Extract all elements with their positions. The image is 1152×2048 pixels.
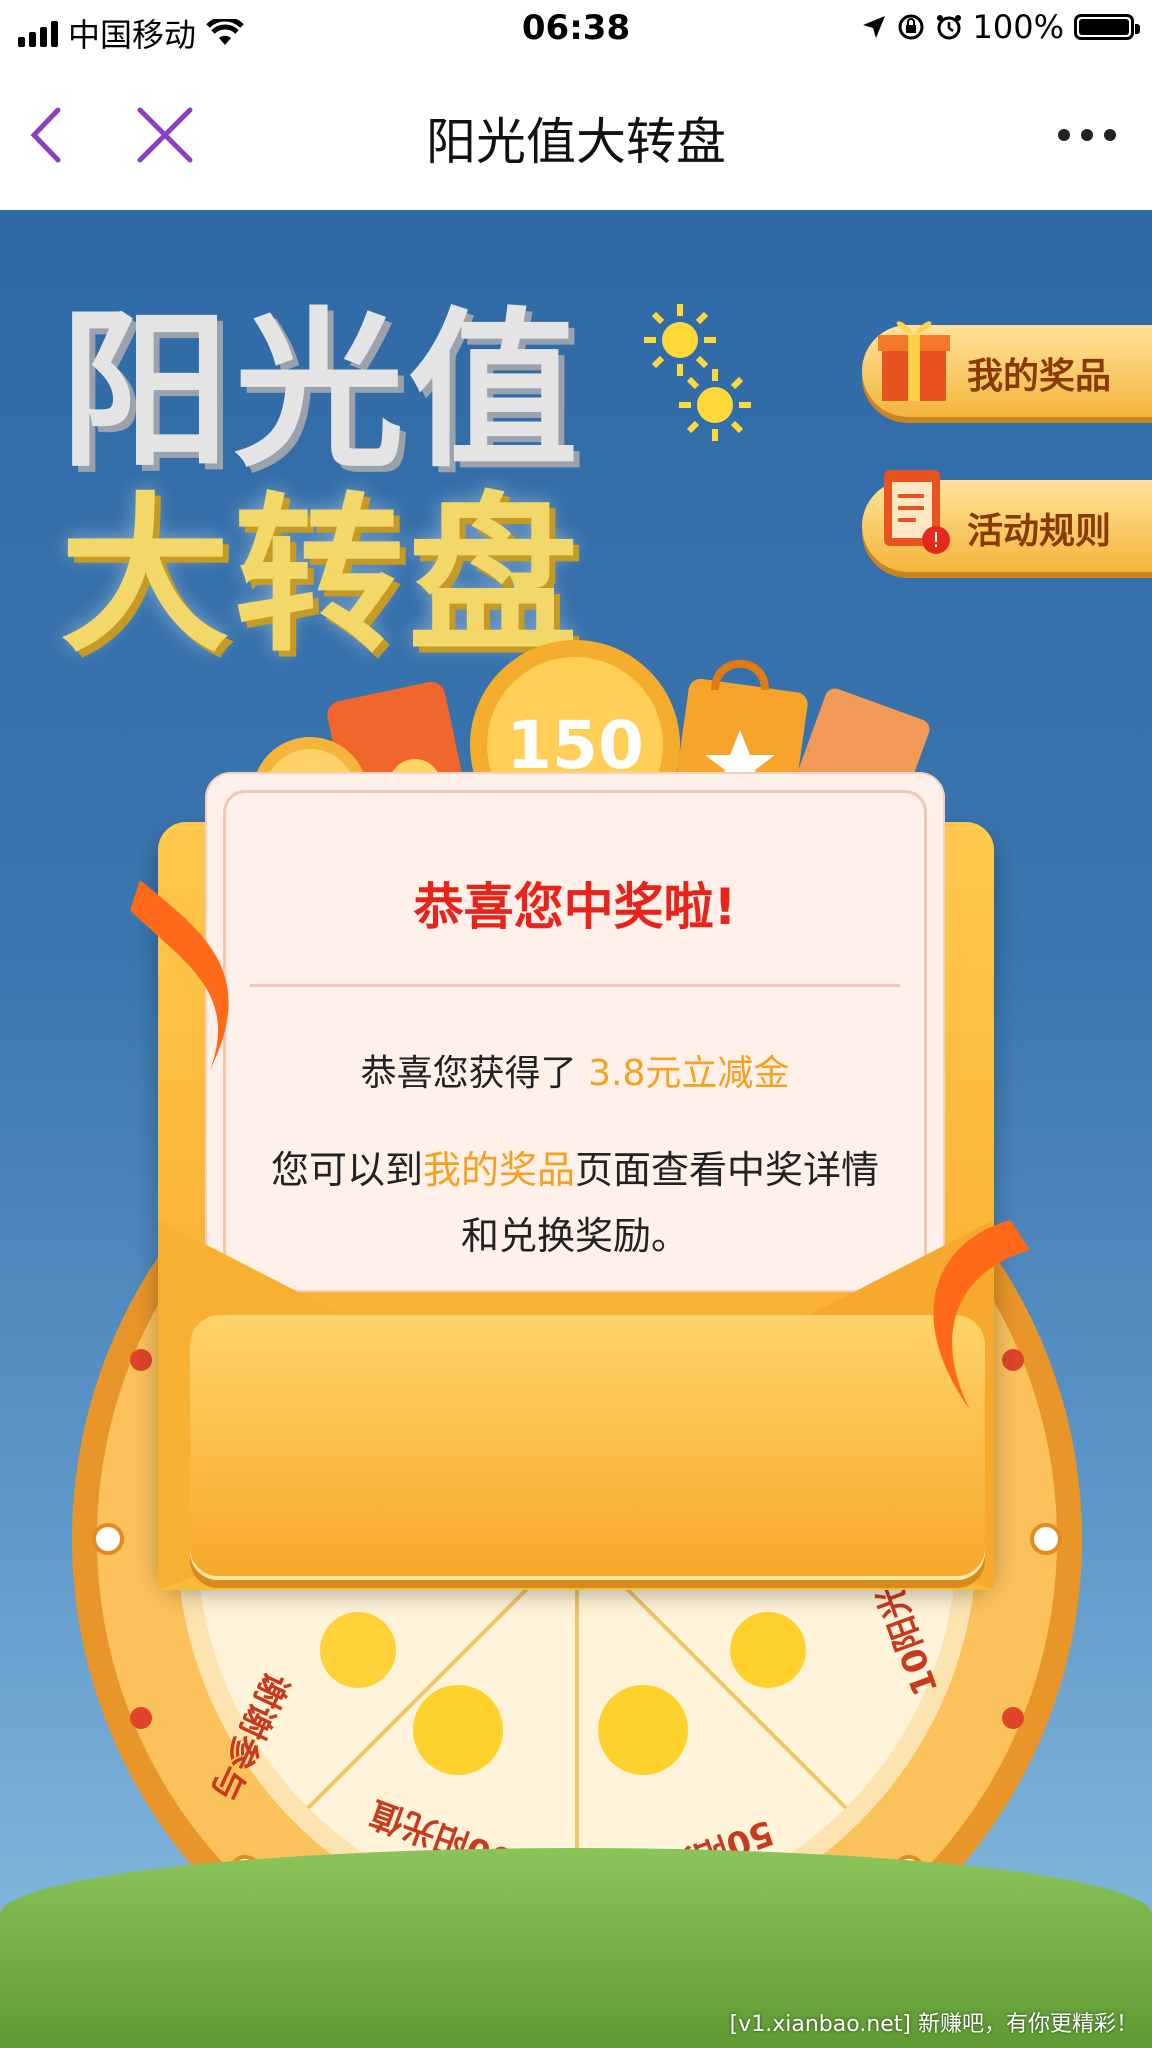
rules-button[interactable]: ! 活动规则	[862, 470, 1152, 572]
prize-message: 恭喜您获得了 3.8元立减金	[360, 1053, 790, 1094]
prize-amount: 3.8元立减金	[588, 1053, 790, 1094]
prize-card: 恭喜您中奖啦! 恭喜您获得了 3.8元立减金 您可以到我的奖品页面查看中奖详情和…	[205, 772, 945, 1292]
rules-clipboard-icon: !	[884, 470, 950, 554]
gift-icon	[878, 321, 950, 401]
battery-percent: 100%	[972, 8, 1064, 46]
nav-bar: 阳光值大转盘	[0, 60, 1152, 211]
rules-label: 活动规则	[967, 511, 1112, 552]
battery-icon	[1074, 14, 1140, 40]
my-prizes-button[interactable]: 我的奖品	[862, 321, 1152, 417]
banner-title-line1: 阳光值	[60, 293, 583, 491]
my-prizes-link[interactable]: 我的奖品	[423, 1148, 575, 1192]
ribbon-decoration	[130, 880, 229, 1070]
svg-text:!: !	[932, 528, 940, 552]
watermark: [v1.xianbao.net] 新赚吧，有你更精彩！	[729, 2012, 1138, 2037]
status-bar: 中国移动 06:38 100%	[0, 0, 1152, 60]
banner-title: 阳光值 大转盘	[60, 300, 582, 670]
envelope-confirm-button[interactable]	[190, 1315, 985, 1580]
my-prizes-label: 我的奖品	[967, 356, 1112, 397]
lottery-page: 阳光值 大转盘 我的奖品 ! 活动规则 ¥	[0, 210, 1152, 2048]
alarm-icon	[936, 15, 961, 40]
smiley-icon	[320, 1612, 396, 1688]
modal-title: 恭喜您中奖啦!	[413, 878, 737, 936]
ribbon-decoration	[933, 1220, 1030, 1410]
sun-icon	[679, 369, 751, 441]
location-icon	[862, 16, 885, 38]
card-divider	[250, 984, 900, 987]
page-title: 阳光值大转盘	[426, 113, 726, 171]
more-icon[interactable]	[1052, 115, 1122, 155]
rotation-lock-icon	[898, 14, 924, 40]
